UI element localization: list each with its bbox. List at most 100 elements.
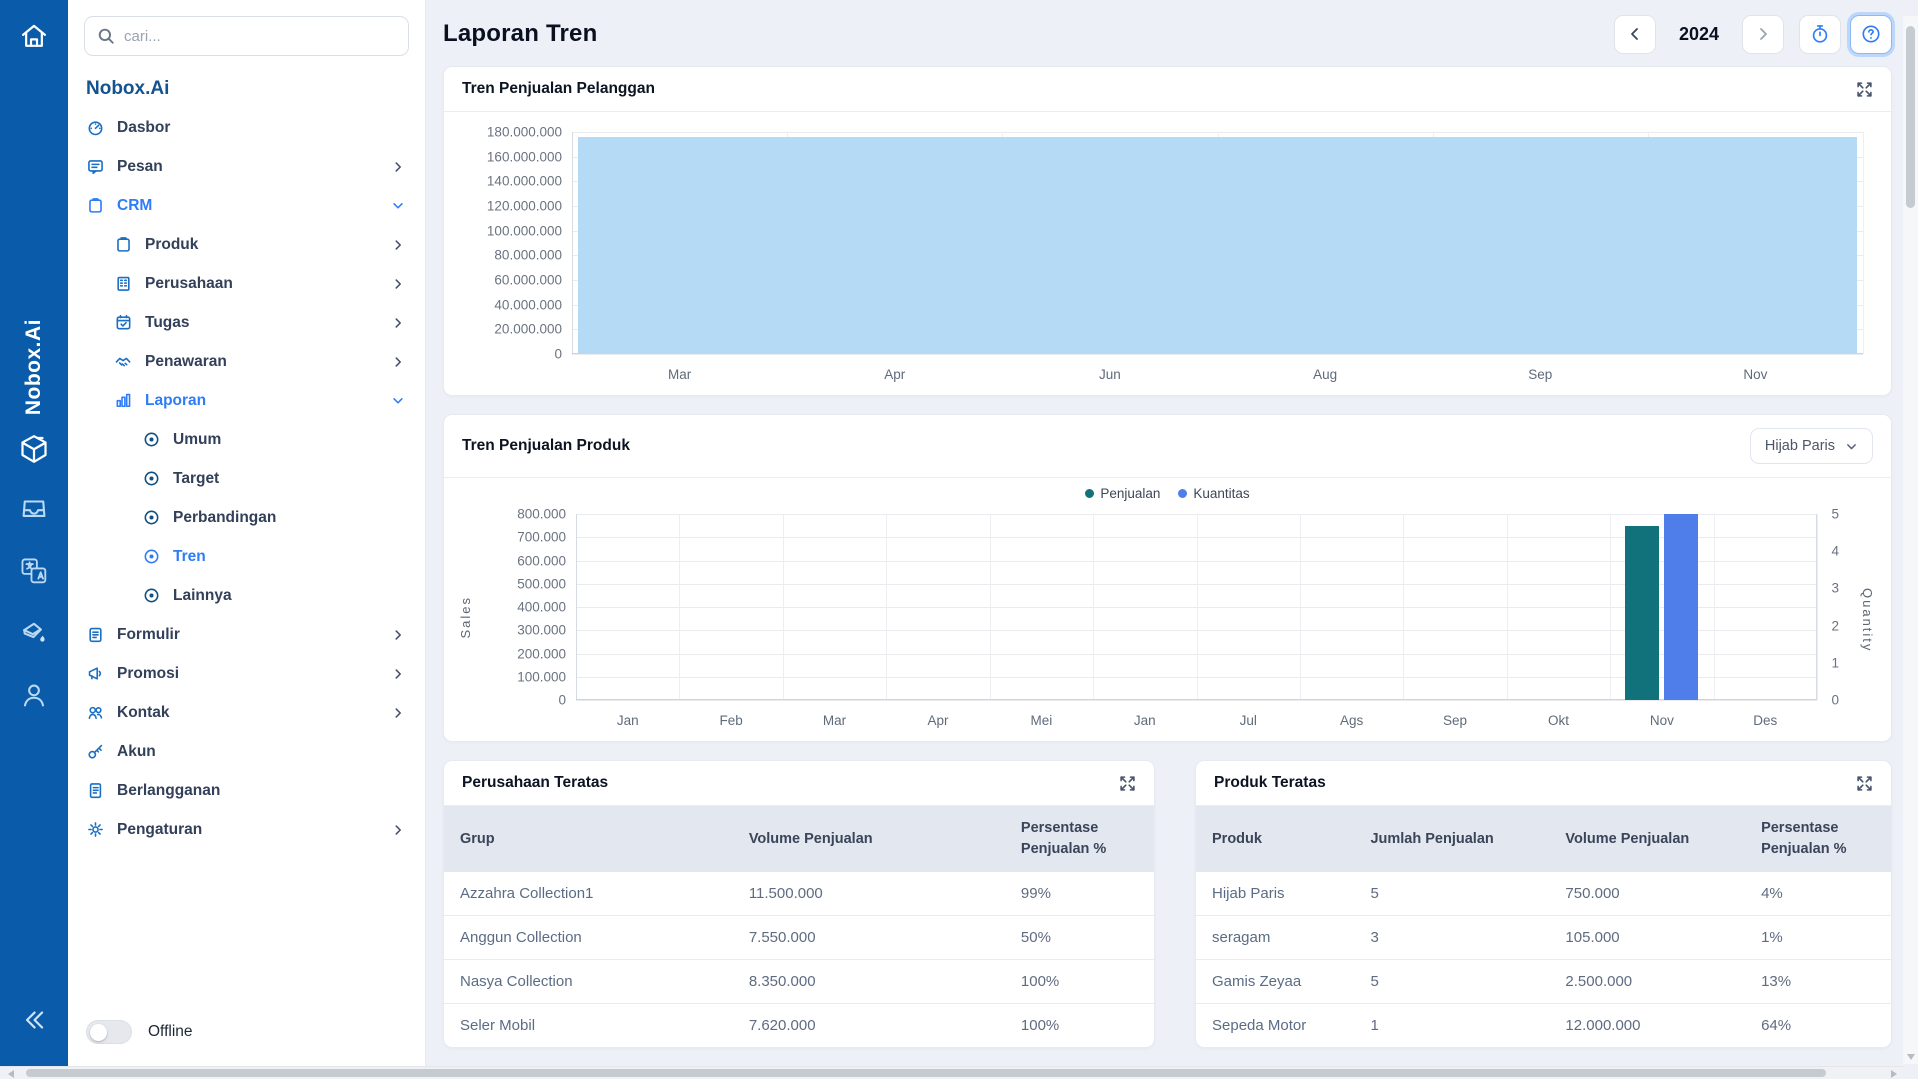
sidebar-item-label: CRM bbox=[117, 197, 378, 215]
table-row[interactable]: Azzahra Collection111.500.00099% bbox=[444, 872, 1154, 916]
row-value-cell: 12.000.000 bbox=[1549, 1004, 1745, 1048]
expand-icon[interactable] bbox=[1119, 775, 1136, 792]
search-input[interactable] bbox=[124, 28, 396, 45]
legend-item-kuantitas[interactable]: Kuantitas bbox=[1178, 486, 1249, 501]
card-title-top-companies: Perusahaan Teratas bbox=[462, 774, 608, 792]
table-row[interactable]: Sepeda Motor112.000.00064% bbox=[1196, 1004, 1891, 1048]
translate-icon[interactable] bbox=[14, 551, 54, 591]
sidebar-item-label: Lainnya bbox=[173, 587, 405, 605]
offline-toggle[interactable] bbox=[86, 1020, 132, 1044]
horizontal-scrollbar[interactable] bbox=[0, 1066, 1903, 1079]
row-value-cell: 1 bbox=[1354, 1004, 1549, 1048]
row-value-cell: 64% bbox=[1745, 1004, 1891, 1048]
sidebar-item-promosi[interactable]: Promosi bbox=[68, 654, 425, 693]
sidebar-item-produk[interactable]: Produk bbox=[68, 225, 425, 264]
sidebar-item-label: Penawaran bbox=[145, 353, 378, 371]
offline-row: Offline bbox=[86, 1020, 193, 1044]
x-axis-tick: Apr bbox=[884, 367, 905, 382]
toggle-knob bbox=[90, 1024, 107, 1041]
home-icon[interactable] bbox=[14, 16, 54, 56]
sidebar-item-target[interactable]: Target bbox=[68, 459, 425, 498]
y-axis-tick: 100.000.000 bbox=[454, 223, 562, 238]
sidebar-item-dasbor[interactable]: Dasbor bbox=[68, 108, 425, 147]
table-row[interactable]: Nasya Collection8.350.000100% bbox=[444, 960, 1154, 1004]
sidebar-item-lainnya[interactable]: Lainnya bbox=[68, 576, 425, 615]
gridline bbox=[1507, 514, 1508, 700]
sidebar-item-tugas[interactable]: Tugas bbox=[68, 303, 425, 342]
legend-label: Penjualan bbox=[1100, 486, 1160, 501]
ink-drop-icon[interactable] bbox=[14, 613, 54, 653]
y-axis-tick-left: 500.000 bbox=[480, 576, 566, 591]
bar-penjualan-nov[interactable] bbox=[1625, 526, 1659, 700]
chevron-right-icon bbox=[391, 823, 405, 837]
inbox-icon[interactable] bbox=[14, 489, 54, 529]
sidebar-item-penawaran[interactable]: Penawaran bbox=[68, 342, 425, 381]
app-rail: Nobox.Ai bbox=[0, 0, 68, 1066]
sidebar-item-laporan[interactable]: Laporan bbox=[68, 381, 425, 420]
scroll-down-arrow-icon[interactable] bbox=[1907, 1054, 1915, 1060]
collapse-sidebar-icon[interactable] bbox=[14, 1000, 54, 1040]
sidebar-item-kontak[interactable]: Kontak bbox=[68, 693, 425, 732]
y-axis-line-left bbox=[576, 514, 577, 700]
table-row[interactable]: Anggun Collection7.550.00050% bbox=[444, 916, 1154, 960]
row-name-cell: Azzahra Collection1 bbox=[444, 872, 733, 916]
sidebar-item-pesan[interactable]: Pesan bbox=[68, 147, 425, 186]
sidebar-item-label: Dasbor bbox=[117, 119, 405, 137]
scroll-right-arrow-icon[interactable] bbox=[1891, 1070, 1897, 1078]
sidebar-item-crm[interactable]: CRM bbox=[68, 186, 425, 225]
column-header: Produk bbox=[1196, 806, 1354, 872]
row-value-cell: 750.000 bbox=[1549, 872, 1745, 916]
sidebar-item-perusahaan[interactable]: Perusahaan bbox=[68, 264, 425, 303]
timer-button[interactable] bbox=[1799, 15, 1841, 54]
table-row[interactable]: Gamis Zeyaa52.500.00013% bbox=[1196, 960, 1891, 1004]
help-button[interactable] bbox=[1850, 15, 1892, 54]
help-icon bbox=[1860, 23, 1882, 45]
prev-year-button[interactable] bbox=[1614, 15, 1656, 54]
sidebar-item-berlangganan[interactable]: Berlangganan bbox=[68, 771, 425, 810]
row-value-cell: 11.500.000 bbox=[733, 872, 1005, 916]
main-content: Laporan Tren 2024 Tren Penjuala bbox=[427, 0, 1918, 1079]
y-axis-tick: 40.000.000 bbox=[454, 297, 562, 312]
row-value-cell: 7.620.000 bbox=[733, 1004, 1005, 1048]
table-row[interactable]: Hijab Paris5750.0004% bbox=[1196, 872, 1891, 916]
chevron-right-icon bbox=[391, 316, 405, 330]
sidebar-item-tren[interactable]: Tren bbox=[68, 537, 425, 576]
row-name-cell: Gamis Zeyaa bbox=[1196, 960, 1354, 1004]
next-year-button[interactable] bbox=[1742, 15, 1784, 54]
bar-kuantitas-nov[interactable] bbox=[1664, 514, 1698, 700]
table-row[interactable]: Seler Mobil7.620.000100% bbox=[444, 1004, 1154, 1048]
sidebar-item-label: Formulir bbox=[117, 626, 378, 644]
table-row[interactable]: seragam3105.0001% bbox=[1196, 916, 1891, 960]
sidebar-item-perbandingan[interactable]: Perbandingan bbox=[68, 498, 425, 537]
x-axis-tick: Sep bbox=[1443, 713, 1467, 728]
scroll-left-arrow-icon[interactable] bbox=[8, 1070, 14, 1078]
x-axis-tick: Jun bbox=[1099, 367, 1121, 382]
gridline bbox=[679, 514, 680, 700]
x-axis-tick: Des bbox=[1753, 713, 1777, 728]
legend-item-penjualan[interactable]: Penjualan bbox=[1085, 486, 1160, 501]
product-select[interactable]: Hijab Paris bbox=[1750, 428, 1873, 464]
sidebar-item-umum[interactable]: Umum bbox=[68, 420, 425, 459]
logo-cube-icon[interactable] bbox=[14, 429, 54, 469]
card-top-companies: Perusahaan Teratas GrupVolume PenjualanP… bbox=[443, 760, 1155, 1048]
horizontal-scrollbar-thumb[interactable] bbox=[26, 1069, 1826, 1077]
y-axis-tick-right: 3 bbox=[1831, 581, 1839, 596]
user-icon[interactable] bbox=[14, 675, 54, 715]
sidebar-item-pengaturan[interactable]: Pengaturan bbox=[68, 810, 425, 849]
sidebar-item-formulir[interactable]: Formulir bbox=[68, 615, 425, 654]
expand-icon[interactable] bbox=[1856, 775, 1873, 792]
row-value-cell: 3 bbox=[1354, 916, 1549, 960]
sidebar-item-label: Perbandingan bbox=[173, 509, 405, 527]
expand-icon[interactable] bbox=[1856, 81, 1873, 98]
column-header: Persentase Penjualan % bbox=[1005, 806, 1154, 872]
chevron-right-icon bbox=[391, 160, 405, 174]
sidebar-item-akun[interactable]: Akun bbox=[68, 732, 425, 771]
gear-icon bbox=[86, 821, 104, 839]
vertical-scrollbar[interactable] bbox=[1903, 16, 1918, 1064]
vertical-scrollbar-thumb[interactable] bbox=[1906, 26, 1915, 208]
y-axis-tick-left: 800.000 bbox=[480, 507, 566, 522]
calendar-check-icon bbox=[114, 314, 132, 332]
sidebar-brand: Nobox.Ai bbox=[86, 78, 407, 100]
y-axis-tick: 180.000.000 bbox=[454, 125, 562, 140]
y-axis-line bbox=[572, 132, 573, 354]
